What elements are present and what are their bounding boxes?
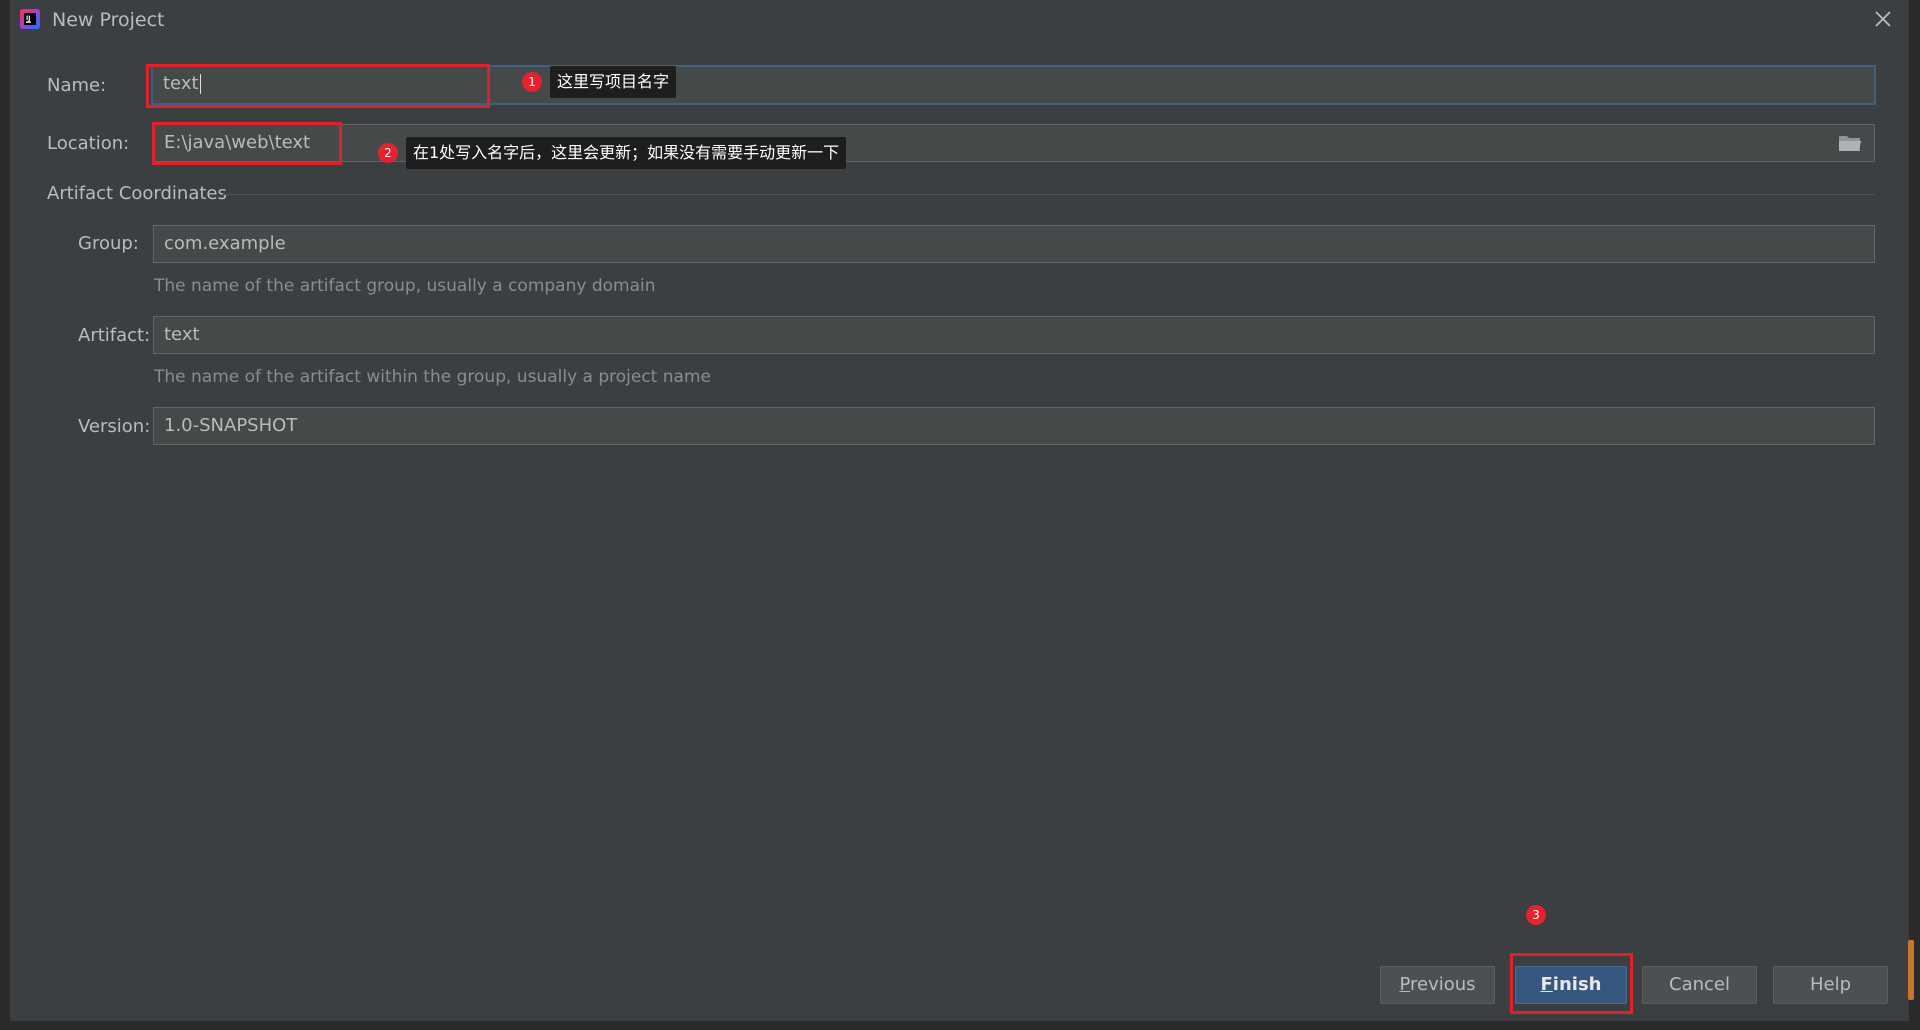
version-label: Version: bbox=[78, 416, 151, 437]
previous-label-rest: revious bbox=[1410, 974, 1476, 995]
annotation-badge-3: 3 bbox=[1526, 905, 1546, 925]
annotation-box-3 bbox=[1510, 953, 1633, 1014]
location-label: Location: bbox=[47, 133, 130, 154]
cancel-button[interactable]: Cancel bbox=[1642, 966, 1757, 1004]
previous-button[interactable]: Previous bbox=[1380, 966, 1495, 1004]
artifact-input-value: text bbox=[164, 324, 200, 345]
annotation-tooltip-2: 在1处写入名字后，这里会更新；如果没有需要手动更新一下 bbox=[406, 137, 847, 169]
annotation-box-1 bbox=[146, 64, 490, 108]
help-button[interactable]: Help bbox=[1773, 966, 1888, 1004]
dialog-title: New Project bbox=[52, 9, 165, 31]
annotation-box-2 bbox=[152, 122, 342, 165]
section-separator bbox=[222, 194, 1875, 195]
group-hint: The name of the artifact group, usually … bbox=[154, 276, 656, 296]
artifact-coordinates-title: Artifact Coordinates bbox=[47, 183, 227, 204]
name-label: Name: bbox=[47, 75, 107, 96]
svg-text:IJ: IJ bbox=[26, 15, 30, 22]
previous-mnemonic: P bbox=[1399, 974, 1410, 995]
group-label: Group: bbox=[78, 233, 139, 254]
version-input-value: 1.0-SNAPSHOT bbox=[164, 415, 298, 436]
group-input[interactable]: com.example bbox=[153, 225, 1875, 263]
annotation-tooltip-1: 这里写项目名字 bbox=[550, 66, 677, 98]
artifact-hint: The name of the artifact within the grou… bbox=[154, 367, 711, 387]
annotation-badge-2: 2 bbox=[378, 143, 398, 163]
intellij-idea-icon: IJ bbox=[20, 9, 40, 29]
folder-icon[interactable] bbox=[1838, 132, 1862, 154]
close-icon[interactable] bbox=[1870, 6, 1896, 32]
artifact-input[interactable]: text bbox=[153, 316, 1875, 354]
resize-handle[interactable] bbox=[1908, 940, 1914, 1000]
annotation-badge-1: 1 bbox=[522, 72, 542, 92]
version-input[interactable]: 1.0-SNAPSHOT bbox=[153, 407, 1875, 445]
group-input-value: com.example bbox=[164, 233, 286, 254]
artifact-label: Artifact: bbox=[78, 325, 151, 346]
